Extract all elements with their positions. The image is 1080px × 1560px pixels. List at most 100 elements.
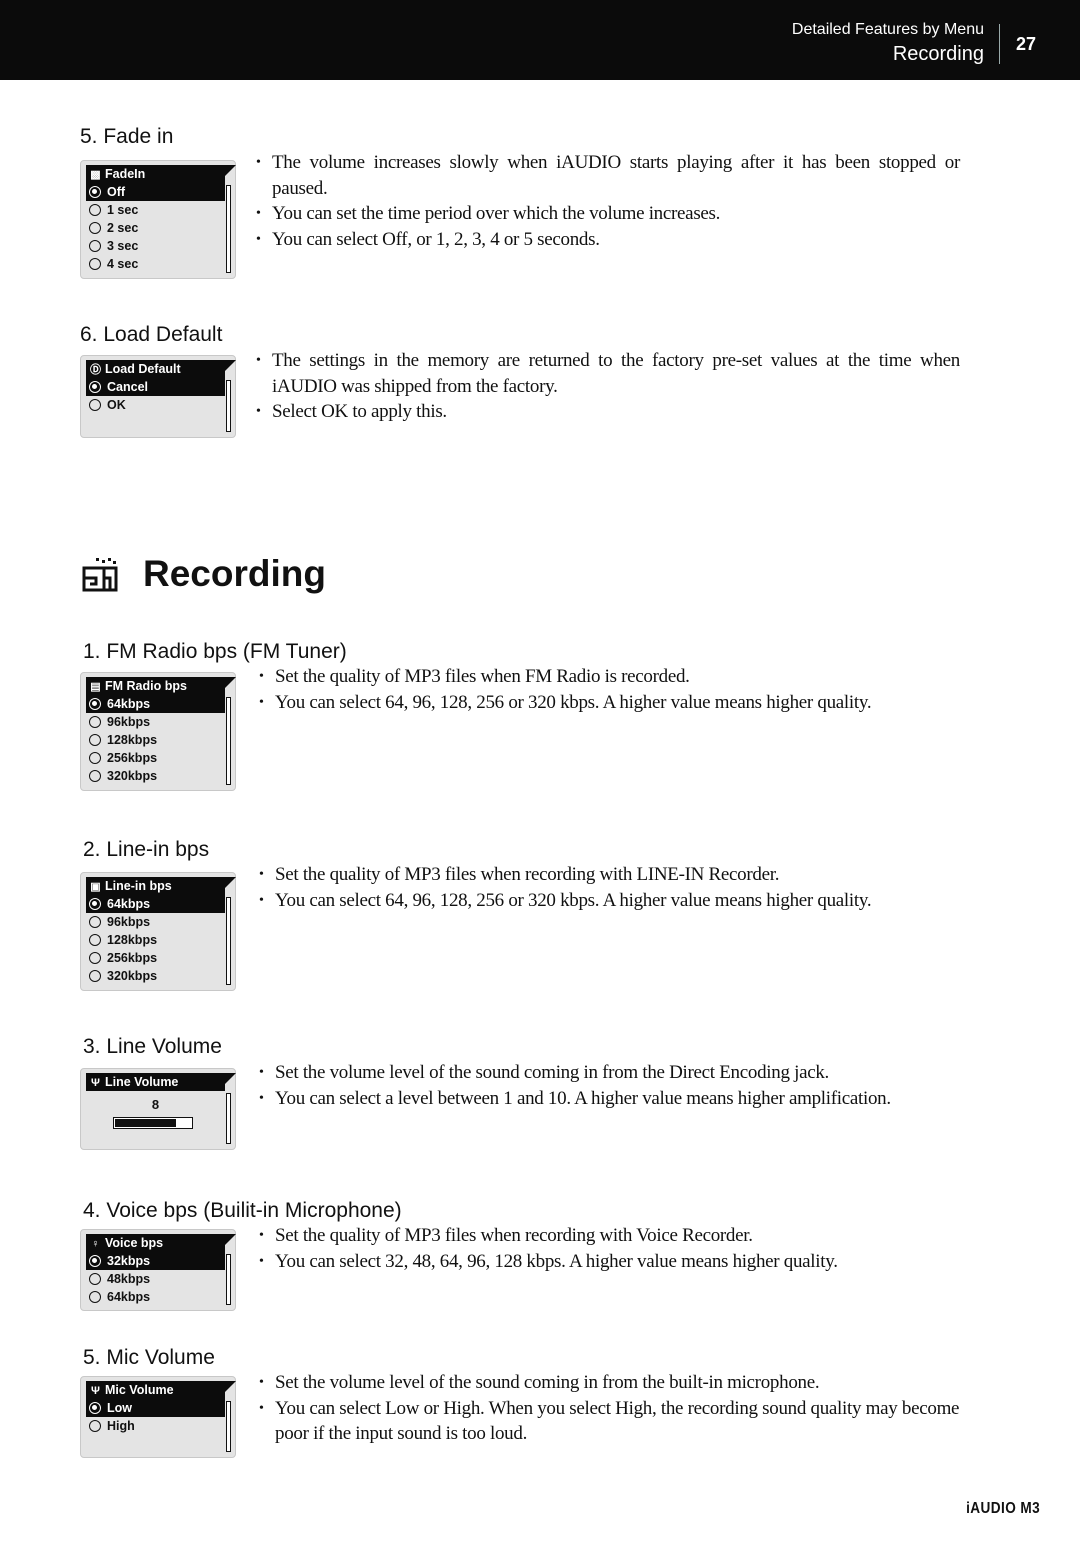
bullet-item: Select OK to apply this. — [256, 399, 960, 425]
screen-scrollbar — [226, 1254, 231, 1305]
fade-in-icon: ▩ — [90, 169, 101, 181]
device-screen-load-default: Ⓓ Load Default Cancel OK — [80, 355, 236, 438]
screen-scrollbar — [226, 897, 231, 985]
screen-title: Ψ Mic Volume — [86, 1381, 236, 1399]
radio-icon — [89, 916, 101, 928]
screen-option[interactable]: 320kbps — [86, 967, 225, 985]
screen-scrollbar — [226, 185, 231, 273]
screen-option[interactable]: 128kbps — [86, 931, 225, 949]
bullet-item: You can set the time period over which t… — [256, 201, 960, 227]
bullet-item: You can select Low or High. When you sel… — [259, 1396, 989, 1447]
bullet-list-fm-radio-bps: Set the quality of MP3 files when FM Rad… — [259, 664, 979, 715]
bullet-item: Set the volume level of the sound coming… — [259, 1060, 979, 1086]
bullet-item: Set the quality of MP3 files when record… — [259, 1223, 979, 1249]
bullet-list-line-volume: Set the volume level of the sound coming… — [259, 1060, 979, 1111]
radio-icon — [89, 770, 101, 782]
screen-option[interactable]: 48kbps — [86, 1270, 225, 1288]
screen-option[interactable]: 96kbps — [86, 913, 225, 931]
screen-option-selected[interactable]: 64kbps — [86, 695, 225, 713]
fm-radio-icon: ▤ — [90, 681, 101, 693]
section-title-line-in-bps: 2. Line-in bps — [83, 838, 210, 861]
footer-product-name: iAUDIO M3 — [965, 1500, 1040, 1517]
volume-value: 8 — [151, 1097, 160, 1112]
header-subsection-title: Recording — [892, 43, 984, 65]
device-screen-line-in-bps: ▣ Line-in bps 64kbps 96kbps 128kbps 256kb… — [80, 872, 236, 991]
screen-title: ▤ FM Radio bps — [86, 677, 236, 695]
radio-icon — [89, 1420, 101, 1432]
bullet-item: The settings in the memory are returned … — [256, 348, 960, 399]
radio-selected-icon — [89, 1402, 101, 1414]
line-volume-icon: Ψ — [91, 1077, 100, 1089]
radio-icon — [89, 1273, 101, 1285]
header-section-title: Detailed Features by Menu — [791, 21, 984, 38]
device-screen-line-volume: Ψ Line Volume 8 — [80, 1068, 236, 1150]
screen-title: ▣ Line-in bps — [86, 877, 236, 895]
radio-selected-icon — [89, 1255, 101, 1267]
radio-icon — [89, 716, 101, 728]
mic-volume-icon: Ψ — [91, 1385, 100, 1397]
section-title-fade-in: 5. Fade in — [80, 125, 174, 148]
screen-option[interactable]: 4 sec — [86, 255, 225, 273]
screen-option[interactable]: 256kbps — [86, 949, 225, 967]
device-screen-fade-in: ▩ FadeIn Off 1 sec 2 sec 3 sec 4 sec — [80, 160, 236, 279]
bullet-list-line-in-bps: Set the quality of MP3 files when record… — [259, 862, 979, 913]
volume-level-fill — [115, 1119, 176, 1127]
bullet-list-load-default: The settings in the memory are returned … — [256, 348, 960, 425]
bullet-item: You can select 32, 48, 64, 96, 128 kbps.… — [259, 1249, 979, 1275]
section-title-fm-radio-bps: 1. FM Radio bps (FM Tuner) — [83, 640, 347, 663]
screen-option[interactable]: 3 sec — [86, 237, 225, 255]
screen-option-selected[interactable]: Low — [86, 1399, 225, 1417]
volume-level-bar[interactable] — [113, 1117, 193, 1129]
screen-title: Ⓓ Load Default — [86, 360, 236, 378]
radio-selected-icon — [89, 381, 101, 393]
screen-title: ♀ Voice bps — [86, 1234, 236, 1252]
screen-option-selected[interactable]: 32kbps — [86, 1252, 225, 1270]
screen-option-selected[interactable]: 64kbps — [86, 895, 225, 913]
radio-selected-icon — [89, 186, 101, 198]
screen-option[interactable]: 2 sec — [86, 219, 225, 237]
screen-option[interactable]: 1 sec — [86, 201, 225, 219]
section-title-mic-volume: 5. Mic Volume — [83, 1346, 215, 1369]
screen-option[interactable]: 128kbps — [86, 731, 225, 749]
screen-option[interactable]: OK — [86, 396, 225, 414]
screen-option[interactable]: 64kbps — [86, 1288, 225, 1306]
screen-option[interactable]: 320kbps — [86, 767, 225, 785]
device-screen-voice-bps: ♀ Voice bps 32kbps 48kbps 64kbps — [80, 1229, 236, 1311]
screen-option-selected[interactable]: Cancel — [86, 378, 225, 396]
screen-scrollbar — [226, 380, 231, 432]
bullet-item: You can select 64, 96, 128, 256 or 320 k… — [259, 888, 979, 914]
radio-icon — [89, 970, 101, 982]
bullet-item: You can select Off, or 1, 2, 3, 4 or 5 s… — [256, 227, 960, 253]
header-divider — [999, 24, 1000, 64]
screen-scrollbar — [226, 697, 231, 785]
bullet-item: Set the volume level of the sound coming… — [259, 1370, 989, 1396]
screen-option[interactable]: 256kbps — [86, 749, 225, 767]
radio-icon — [89, 222, 101, 234]
recording-icon — [82, 558, 118, 592]
radio-icon — [89, 258, 101, 270]
screen-title: Ψ Line Volume — [86, 1073, 236, 1091]
radio-icon — [89, 240, 101, 252]
device-screen-mic-volume: Ψ Mic Volume Low High — [80, 1376, 236, 1458]
load-default-icon: Ⓓ — [90, 364, 101, 376]
page-number: 27 — [1016, 34, 1037, 54]
section-title-line-volume: 3. Line Volume — [83, 1035, 222, 1058]
radio-icon — [89, 399, 101, 411]
voice-microphone-icon: ♀ — [91, 1238, 100, 1250]
bullet-list-fade-in: The volume increases slowly when iAUDIO … — [256, 150, 960, 252]
radio-icon — [89, 952, 101, 964]
section-title-voice-bps: 4. Voice bps (Builit-in Microphone) — [83, 1199, 402, 1222]
radio-icon — [89, 934, 101, 946]
screen-option[interactable]: High — [86, 1417, 225, 1435]
screen-option[interactable]: 96kbps — [86, 713, 225, 731]
screen-scrollbar — [226, 1401, 231, 1452]
screen-title: ▩ FadeIn — [86, 165, 236, 183]
radio-icon — [89, 734, 101, 746]
page-header: Detailed Features by Menu Recording 27 — [0, 0, 1080, 80]
radio-icon — [89, 1291, 101, 1303]
bullet-item: Set the quality of MP3 files when FM Rad… — [259, 664, 979, 690]
screen-option-selected[interactable]: Off — [86, 183, 225, 201]
radio-selected-icon — [89, 898, 101, 910]
screen-scrollbar — [226, 1093, 231, 1144]
bullet-item: You can select 64, 96, 128, 256 or 320 k… — [259, 690, 979, 716]
